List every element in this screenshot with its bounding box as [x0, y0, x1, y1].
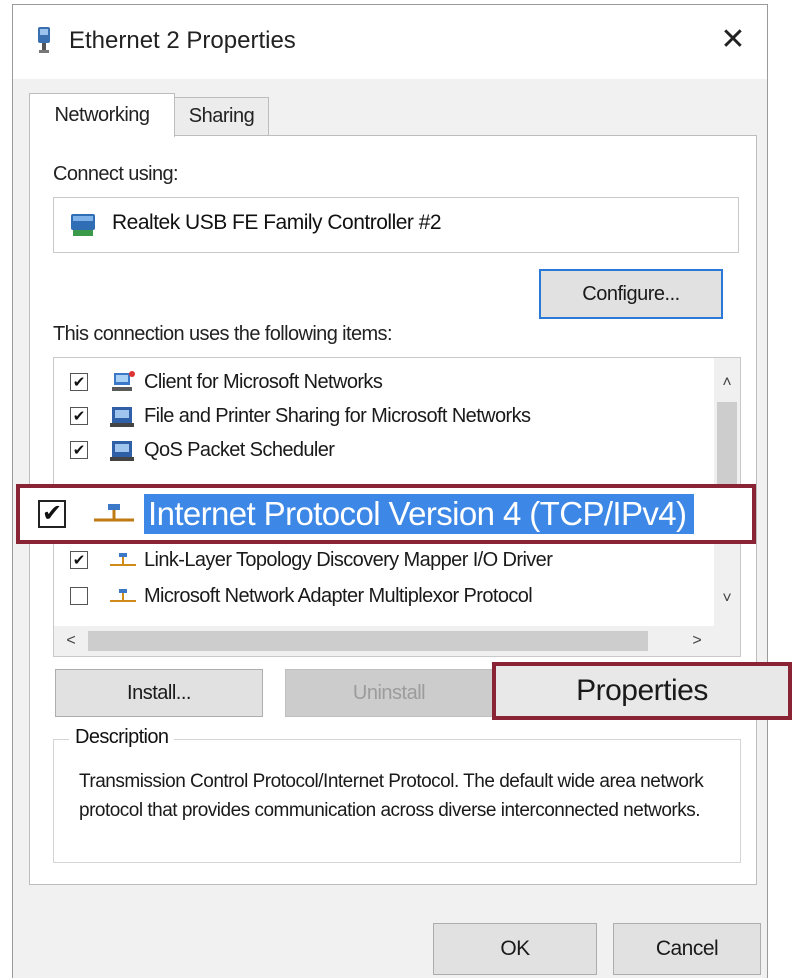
vertical-scroll-thumb[interactable] [717, 402, 737, 488]
scroll-left-icon[interactable]: < [60, 630, 82, 652]
description-legend: Description [69, 726, 175, 749]
item-checkbox[interactable]: ✔ [70, 551, 88, 569]
install-button[interactable]: Install... [55, 669, 263, 717]
uninstall-button: Uninstall [285, 669, 493, 717]
configure-button[interactable]: Configure... [539, 269, 723, 319]
printer-share-icon [110, 407, 134, 427]
scroll-right-icon[interactable]: > [686, 630, 708, 652]
network-adapter-icon [71, 214, 95, 236]
network-plug-icon [38, 27, 50, 53]
cancel-button[interactable]: Cancel [613, 923, 761, 975]
service-icon [110, 441, 134, 461]
scroll-up-icon[interactable]: ˄ [716, 372, 738, 394]
description-text: Transmission Control Protocol/Internet P… [79, 771, 704, 821]
list-item-file-printer-sharing[interactable]: ✔ File and Printer Sharing for Microsoft… [54, 400, 694, 432]
protocol-icon [110, 553, 136, 566]
horizontal-scrollbar[interactable]: < > [54, 626, 740, 656]
properties-button[interactable]: Properties [492, 662, 792, 720]
protocol-icon [94, 504, 134, 522]
scroll-down-icon[interactable]: ˅ [716, 588, 738, 610]
list-item-qos[interactable]: ✔ QoS Packet Scheduler [54, 434, 694, 466]
tab-networking[interactable]: Networking [29, 93, 175, 137]
close-icon: ✕ [720, 22, 746, 56]
client-icon [112, 371, 135, 391]
item-checkbox[interactable]: ✔ [70, 373, 88, 391]
list-item-lltd-mapper[interactable]: ✔ Link-Layer Topology Discovery Mapper I… [54, 544, 694, 576]
item-label: Microsoft Network Adapter Multiplexor Pr… [144, 584, 533, 607]
item-checkbox[interactable] [70, 587, 88, 605]
horizontal-scroll-thumb[interactable] [88, 631, 648, 651]
close-button[interactable]: ✕ [711, 19, 755, 59]
protocol-icon [110, 589, 136, 602]
item-label: Client for Microsoft Networks [144, 370, 383, 393]
item-checkbox[interactable]: ✔ [70, 441, 88, 459]
tab-sharing[interactable]: Sharing [175, 97, 269, 135]
item-label: QoS Packet Scheduler [144, 438, 335, 461]
ok-button[interactable]: OK [433, 923, 597, 975]
item-label: File and Printer Sharing for Microsoft N… [144, 404, 531, 427]
adapter-field: Realtek USB FE Family Controller #2 [53, 197, 739, 253]
list-item-client[interactable]: ✔ Client for Microsoft Networks [54, 366, 694, 398]
title-bar: Ethernet 2 Properties ✕ [13, 5, 767, 79]
adapter-name: Realtek USB FE Family Controller #2 [112, 211, 442, 234]
item-checkbox[interactable]: ✔ [70, 407, 88, 425]
item-label: Link-Layer Topology Discovery Mapper I/O… [144, 548, 553, 571]
window-title: Ethernet 2 Properties [69, 27, 296, 54]
items-label: This connection uses the following items… [53, 323, 393, 345]
connect-using-label: Connect using: [53, 163, 179, 185]
list-item-ipv4-highlight[interactable]: ✔ Internet Protocol Version 4 (TCP/IPv4) [16, 484, 756, 544]
ipv4-item-label: Internet Protocol Version 4 (TCP/IPv4) [144, 494, 695, 534]
list-item-multiplexor[interactable]: Microsoft Network Adapter Multiplexor Pr… [54, 580, 694, 612]
ipv4-checkbox[interactable]: ✔ [38, 500, 66, 528]
